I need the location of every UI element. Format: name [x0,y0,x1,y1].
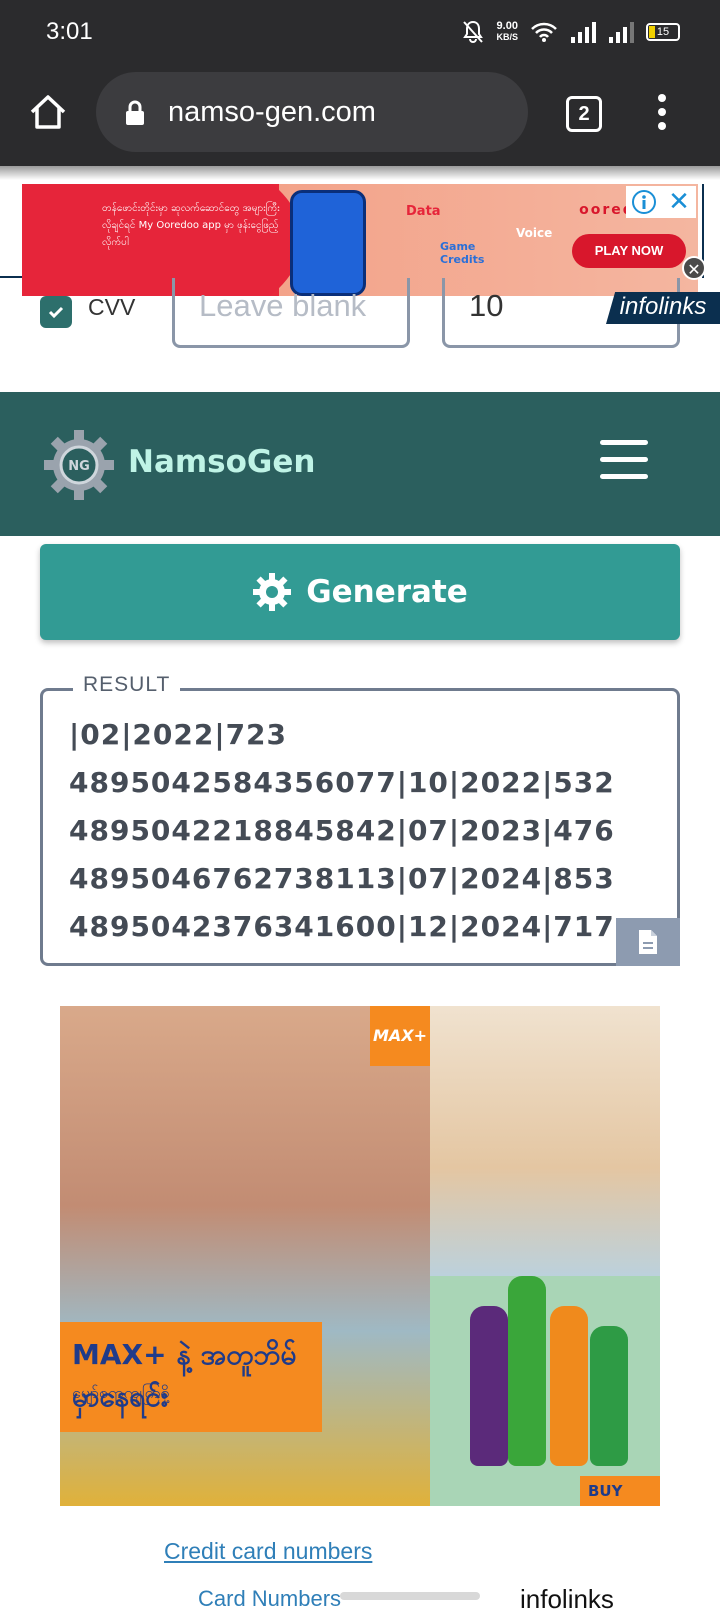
cvv-row: CVV Leave blank 10 [0,278,720,368]
gear-icon [253,573,292,611]
copy-button[interactable] [616,918,680,966]
ad-voice-label: Voice [516,226,553,240]
result-line: 4895042376341600|12|2024|717 [69,910,615,943]
home-icon[interactable] [28,92,68,132]
namsogen-gear-logo[interactable]: NG [42,428,116,502]
address-bar[interactable]: namso-gen.com [96,72,528,152]
url-text[interactable]: namso-gen.com [168,96,376,129]
ad-headline-banner: MAX+ နဲ့ အတူဘိမ်မှာနေရင်း ပျော်စရာကျကြစိ… [60,1322,322,1432]
hamburger-menu-icon[interactable] [600,440,650,480]
ad-buy-button[interactable]: BUY [580,1476,660,1506]
toolbar-shadow [0,166,720,180]
ad-close-x-icon[interactable]: ✕ [662,186,696,218]
bottle-orange [550,1306,588,1466]
ad-data-label: Data [406,204,441,219]
status-bar: 3:01 9.00 KB/S 15 [0,0,720,68]
site-navbar: NG NamsoGen [0,392,720,536]
result-line: 4895042380193114|04|2025|319 [69,951,659,959]
ad-dismiss-icon[interactable]: ✕ [682,256,706,280]
cvv-checkbox[interactable] [40,296,72,328]
credit-card-numbers-link[interactable]: Credit card numbers [164,1538,372,1565]
ad-subline: ပျော်စရာကျကြစို့ [72,1383,170,1402]
cvv-input[interactable]: Leave blank [172,278,410,348]
lock-icon [126,100,144,125]
status-icons: 9.00 KB/S 15 [462,20,680,44]
ad-headline: MAX+ နဲ့ အတူဘိမ်မှာနေရင်း [72,1338,297,1413]
wifi-icon [531,22,557,42]
result-line: 4895042584356077|10|2022|532 [69,766,615,799]
card-numbers-link[interactable]: Card Numbers [198,1586,341,1612]
battery-icon: 15 [646,23,680,41]
bottle-green [590,1326,628,1466]
ad-info-icon[interactable] [626,186,662,218]
bottle-grape [470,1306,508,1466]
infolinks-badge[interactable]: infolinks [606,292,720,324]
ad-choices[interactable]: ✕ [626,186,696,218]
document-icon [639,930,657,954]
bottle-lime [508,1276,546,1466]
max-plus-logo: MAX+ [370,1006,430,1066]
result-line: |02|2022|723 [69,718,288,751]
generate-button[interactable]: Generate [40,544,680,640]
tab-switcher-button[interactable]: 2 [566,96,602,132]
ad-game-credits-label: Game Credits [440,240,485,266]
site-brand[interactable]: NamsoGen [128,444,315,480]
result-line: 4895046762738113|07|2024|853 [69,862,615,895]
logo-initials: NG [68,459,90,474]
check-icon [48,306,64,319]
max-plus-ad[interactable]: MAX+ MAX+ နဲ့ အတူဘိမ်မှာနေရင်း ပျော်စရာက… [60,1006,660,1506]
play-now-button[interactable]: PLAY NOW [572,234,686,268]
scroll-indicator [340,1592,480,1600]
signal-icon-2 [609,22,634,43]
cvv-label: CVV [88,294,136,320]
net-speed: 9.00 KB/S [496,20,518,43]
result-line: 4895042218845842|07|2023|476 [69,814,615,847]
status-time: 3:01 [46,18,93,45]
result-lines: |02|2022|723 4895042584356077|10|2022|53… [69,711,659,959]
result-legend: RESULT [73,673,181,697]
browser-menu-icon[interactable] [656,94,668,134]
browser-toolbar: namso-gen.com 2 [0,68,720,166]
result-textarea[interactable]: RESULT |02|2022|723 4895042584356077|10|… [40,673,680,966]
ad-border [0,276,22,278]
ad-photo-dancing [430,1006,660,1276]
generate-label: Generate [306,574,468,610]
bell-off-icon [463,20,484,43]
signal-icon [571,22,596,43]
ad-text: တန်ဖောင်းတိုင်းမှာ ဆုလက်ဆောင်တွေ အများကြ… [102,203,280,248]
